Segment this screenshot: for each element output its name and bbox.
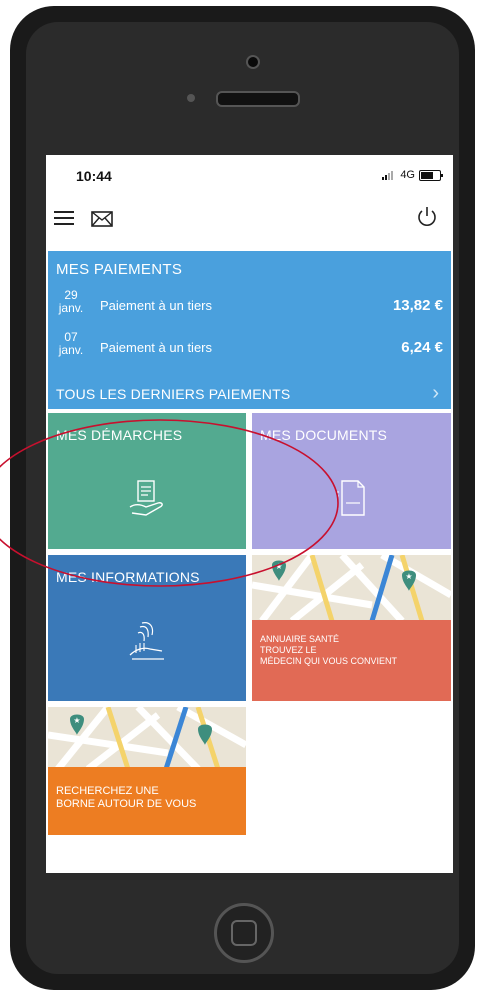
payment-row[interactable]: 07 janv. Paiement à un tiers 6,24 €: [48, 331, 451, 363]
tile-annuaire[interactable]: ★ ★ ANNUAIRE SANTÉ TROUVEZ LE MÉDECIN QU…: [252, 555, 451, 701]
payments-panel: MES PAIEMENTS 29 janv. Paiement à un tie…: [48, 251, 451, 409]
payment-date: 07 janv.: [58, 330, 84, 357]
payment-date: 29 janv.: [58, 288, 84, 315]
annuaire-band: ANNUAIRE SANTÉ TROUVEZ LE MÉDECIN QUI VO…: [252, 620, 451, 701]
signal-icon: [382, 170, 396, 180]
mail-icon[interactable]: [90, 207, 114, 231]
tile-demarches[interactable]: MES DÉMARCHES: [48, 413, 246, 549]
tile-documents-title: MES DOCUMENTS: [260, 427, 388, 443]
svg-text:★: ★: [275, 562, 282, 571]
borne-band: RECHERCHEZ UNE BORNE AUTOUR DE VOUS: [48, 767, 246, 835]
annuaire-text: ANNUAIRE SANTÉ TROUVEZ LE MÉDECIN QUI VO…: [260, 634, 398, 666]
menu-icon[interactable]: [54, 209, 76, 227]
svg-text:★: ★: [73, 716, 80, 725]
map-illustration: ★ ★: [252, 555, 451, 621]
payment-amount: 13,82 €: [392, 297, 443, 314]
payment-row[interactable]: 29 janv. Paiement à un tiers 13,82 €: [48, 289, 451, 321]
payment-label: Paiement à un tiers: [100, 298, 213, 313]
fingerprint-hand-icon: [129, 622, 164, 660]
all-payments-link[interactable]: TOUS LES DERNIERS PAIEMENTS: [56, 386, 290, 402]
sensor: [187, 94, 195, 102]
status-indicators: 4G: [382, 169, 443, 181]
battery-icon: [419, 169, 443, 181]
status-bar: 10:44 4G: [46, 155, 453, 195]
tile-borne[interactable]: ★ RECHERCHEZ UNE BORNE AUTOUR DE VOUS: [48, 707, 246, 835]
tile-documents[interactable]: MES DOCUMENTS: [252, 413, 451, 549]
camera: [246, 55, 260, 69]
payment-amount: 6,24 €: [401, 339, 443, 356]
speaker: [216, 91, 300, 107]
document-icon: [337, 480, 365, 516]
top-toolbar: [46, 199, 453, 239]
tile-demarches-title: MES DÉMARCHES: [56, 427, 183, 443]
hand-document-icon: [129, 480, 163, 516]
borne-text: RECHERCHEZ UNE BORNE AUTOUR DE VOUS: [56, 785, 197, 810]
map-illustration: ★: [48, 707, 246, 769]
power-icon[interactable]: [415, 205, 439, 229]
payment-label: Paiement à un tiers: [100, 340, 213, 355]
chevron-right-icon[interactable]: ›: [432, 382, 439, 405]
network-label: 4G: [400, 169, 415, 181]
status-time: 10:44: [76, 168, 112, 184]
svg-text:★: ★: [405, 572, 412, 581]
payments-title: MES PAIEMENTS: [56, 261, 183, 278]
app-screen: 10:44 4G MES PAIEMENTS 29 janv. Paiement…: [46, 155, 453, 873]
tile-informations[interactable]: MES INFORMATIONS: [48, 555, 246, 701]
home-button[interactable]: [214, 903, 274, 963]
tile-informations-title: MES INFORMATIONS: [56, 569, 200, 585]
